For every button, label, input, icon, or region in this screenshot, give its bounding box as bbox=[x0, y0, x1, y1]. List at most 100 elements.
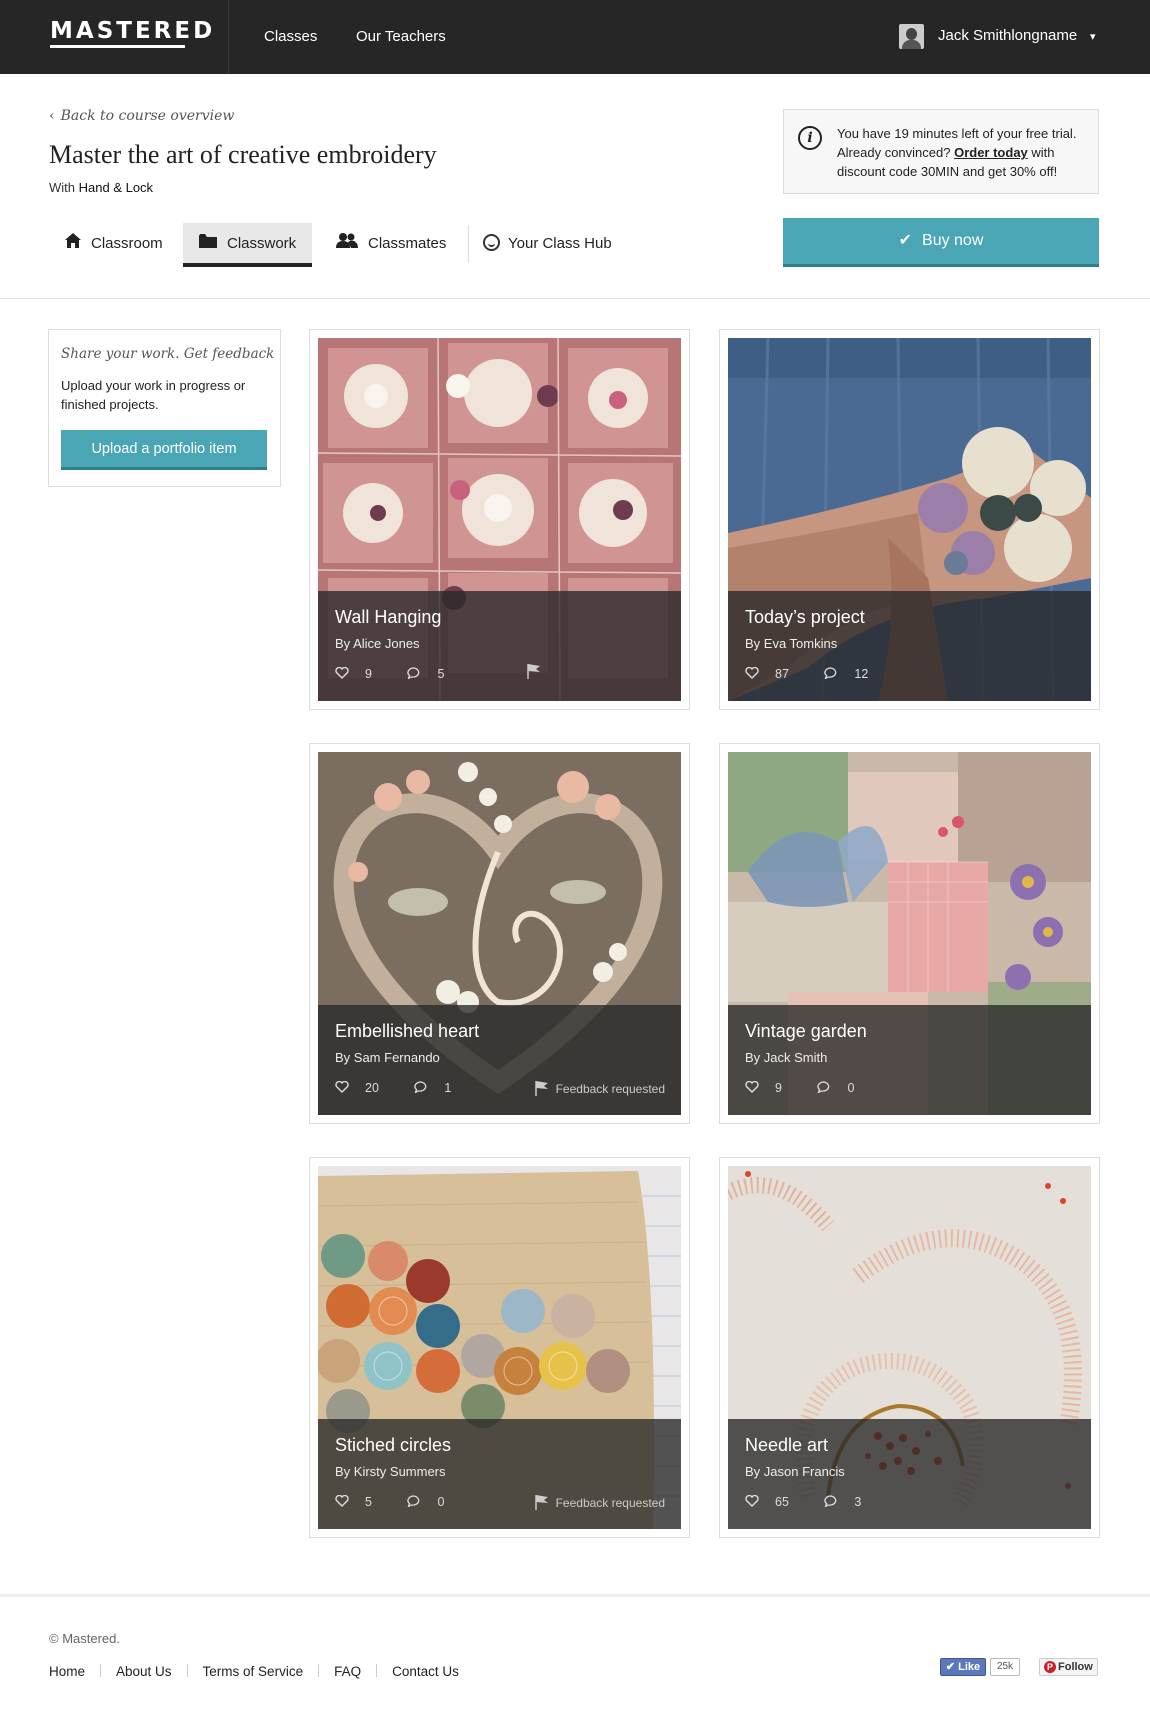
heart-icon bbox=[335, 1081, 349, 1093]
course-instructor: With Hand & Lock bbox=[49, 180, 154, 195]
copyright: © Mastered. bbox=[49, 1631, 120, 1646]
top-navigation-bar: MASTERED Classes Our Teachers Jack Smith… bbox=[0, 0, 1150, 74]
comment-count[interactable]: 5 bbox=[407, 667, 460, 681]
like-count[interactable]: 20 bbox=[335, 1081, 395, 1095]
card-info-overlay: Stiched circles By Kirsty Summers 5 0 Fe… bbox=[318, 1419, 681, 1529]
comment-icon bbox=[414, 1081, 428, 1093]
nav-our-teachers-link[interactable]: Our Teachers bbox=[356, 28, 446, 45]
portfolio-card: Needle art By Jason Francis 65 3 bbox=[719, 1157, 1100, 1538]
pinterest-follow-button[interactable]: Follow bbox=[1039, 1658, 1098, 1676]
comment-count[interactable]: 0 bbox=[407, 1495, 460, 1509]
portfolio-image[interactable]: Embellished heart By Sam Fernando 20 1 F… bbox=[318, 752, 681, 1115]
tab-classwork[interactable]: Classwork bbox=[183, 223, 313, 267]
footer-links: Home About Us Terms of Service FAQ Contact U… bbox=[49, 1664, 459, 1679]
logo-underline bbox=[50, 45, 185, 48]
card-author[interactable]: By Jason Francis bbox=[745, 1464, 845, 1479]
comment-icon bbox=[407, 667, 421, 679]
footer-link-contact[interactable]: Contact Us bbox=[392, 1664, 459, 1679]
card-stats: 20 1 bbox=[335, 1081, 483, 1095]
portfolio-card: Wall Hanging By Alice Jones 9 5 bbox=[309, 329, 690, 710]
heart-icon bbox=[745, 1081, 759, 1093]
share-description: Upload your work in progress or finished… bbox=[61, 378, 246, 412]
card-title[interactable]: Today’s project bbox=[745, 607, 865, 628]
portfolio-card: Vintage garden By Jack Smith 9 0 bbox=[719, 743, 1100, 1124]
card-title[interactable]: Wall Hanging bbox=[335, 607, 441, 628]
card-info-overlay: Embellished heart By Sam Fernando 20 1 F… bbox=[318, 1005, 681, 1115]
like-count[interactable]: 9 bbox=[335, 667, 388, 681]
info-icon: i bbox=[798, 126, 822, 150]
card-stats: 65 3 bbox=[745, 1495, 893, 1509]
flag-icon bbox=[534, 1494, 550, 1510]
buy-now-button[interactable]: ✔ Buy now bbox=[783, 218, 1099, 267]
footer-link-about[interactable]: About Us bbox=[116, 1664, 172, 1679]
comment-count[interactable]: 1 bbox=[414, 1081, 467, 1095]
portfolio-image[interactable]: Wall Hanging By Alice Jones 9 5 bbox=[318, 338, 681, 701]
home-icon bbox=[65, 223, 81, 265]
heart-icon bbox=[335, 667, 349, 679]
user-name-menu[interactable]: Jack Smithlongname bbox=[938, 27, 1077, 44]
folder-icon bbox=[199, 223, 217, 265]
portfolio-image[interactable]: Vintage garden By Jack Smith 9 0 bbox=[728, 752, 1091, 1115]
chevron-left-icon: ‹ bbox=[49, 108, 55, 124]
people-icon bbox=[336, 223, 358, 265]
share-title: Share your work. Get feedback bbox=[61, 346, 275, 362]
card-author[interactable]: By Alice Jones bbox=[335, 636, 420, 651]
facebook-like-button[interactable]: ✔ Like bbox=[940, 1658, 986, 1676]
portfolio-image[interactable]: Stiched circles By Kirsty Summers 5 0 Fe… bbox=[318, 1166, 681, 1529]
thumbs-up-icon: ✔ bbox=[945, 1661, 959, 1673]
comment-icon bbox=[824, 667, 838, 679]
card-title[interactable]: Vintage garden bbox=[745, 1021, 867, 1042]
upload-portfolio-button[interactable]: Upload a portfolio item bbox=[61, 430, 267, 470]
card-author[interactable]: By Jack Smith bbox=[745, 1050, 827, 1065]
card-info-overlay: Vintage garden By Jack Smith 9 0 bbox=[728, 1005, 1091, 1115]
order-today-link[interactable]: Order today bbox=[954, 145, 1028, 160]
footer-link-faq[interactable]: FAQ bbox=[334, 1664, 361, 1679]
footer-divider bbox=[0, 1594, 1150, 1597]
course-title: Master the art of creative embroidery bbox=[49, 140, 437, 169]
smile-icon bbox=[483, 234, 500, 251]
check-icon: ✔ bbox=[898, 232, 913, 249]
portfolio-card: Embellished heart By Sam Fernando 20 1 F… bbox=[309, 743, 690, 1124]
card-stats: 5 0 bbox=[335, 1495, 476, 1509]
card-author[interactable]: By Kirsty Summers bbox=[335, 1464, 446, 1479]
nav-divider bbox=[228, 0, 229, 74]
portfolio-image[interactable]: Needle art By Jason Francis 65 3 bbox=[728, 1166, 1091, 1529]
tab-classroom[interactable]: Classroom bbox=[49, 223, 179, 267]
comment-count[interactable]: 0 bbox=[817, 1081, 870, 1095]
portfolio-image[interactable]: Today’s project By Eva Tomkins 87 12 bbox=[728, 338, 1091, 701]
share-work-card: Share your work. Get feedback Upload you… bbox=[48, 329, 281, 487]
free-trial-notice: i You have 19 minutes left of your free … bbox=[783, 109, 1099, 194]
card-author[interactable]: By Sam Fernando bbox=[335, 1050, 440, 1065]
like-count[interactable]: 87 bbox=[745, 667, 805, 681]
flag-icon[interactable] bbox=[526, 663, 542, 684]
feedback-requested-label[interactable]: Feedback requested bbox=[534, 1494, 665, 1510]
heart-icon bbox=[745, 667, 759, 679]
chevron-down-icon[interactable]: ▾ bbox=[1090, 30, 1096, 43]
card-stats: 87 12 bbox=[745, 667, 900, 681]
portfolio-card: Stiched circles By Kirsty Summers 5 0 Fe… bbox=[309, 1157, 690, 1538]
heart-icon bbox=[745, 1495, 759, 1507]
card-info-overlay: Today’s project By Eva Tomkins 87 12 bbox=[728, 591, 1091, 701]
user-avatar[interactable] bbox=[899, 24, 924, 49]
nav-classes-link[interactable]: Classes bbox=[264, 28, 317, 45]
like-count[interactable]: 9 bbox=[745, 1081, 798, 1095]
feedback-requested-label[interactable]: Feedback requested bbox=[534, 1080, 665, 1096]
card-title[interactable]: Stiched circles bbox=[335, 1435, 451, 1456]
card-title[interactable]: Embellished heart bbox=[335, 1021, 479, 1042]
like-count[interactable]: 65 bbox=[745, 1495, 805, 1509]
card-title[interactable]: Needle art bbox=[745, 1435, 828, 1456]
like-count[interactable]: 5 bbox=[335, 1495, 388, 1509]
comment-count[interactable]: 3 bbox=[824, 1495, 877, 1509]
card-author[interactable]: By Eva Tomkins bbox=[745, 636, 837, 651]
back-to-course-link[interactable]: ‹ Back to course overview bbox=[49, 108, 234, 124]
footer-link-home[interactable]: Home bbox=[49, 1664, 85, 1679]
tab-your-class-hub[interactable]: Your Class Hub bbox=[467, 223, 628, 267]
card-stats: 9 5 bbox=[335, 667, 476, 681]
footer-link-terms[interactable]: Terms of Service bbox=[203, 1664, 304, 1679]
comment-count[interactable]: 12 bbox=[824, 667, 884, 681]
instructor-link[interactable]: Hand & Lock bbox=[79, 180, 153, 195]
tab-classmates[interactable]: Classmates bbox=[320, 223, 462, 267]
comment-icon bbox=[817, 1081, 831, 1093]
mastered-logo[interactable]: MASTERED bbox=[50, 18, 215, 44]
card-info-overlay: Needle art By Jason Francis 65 3 bbox=[728, 1419, 1091, 1529]
